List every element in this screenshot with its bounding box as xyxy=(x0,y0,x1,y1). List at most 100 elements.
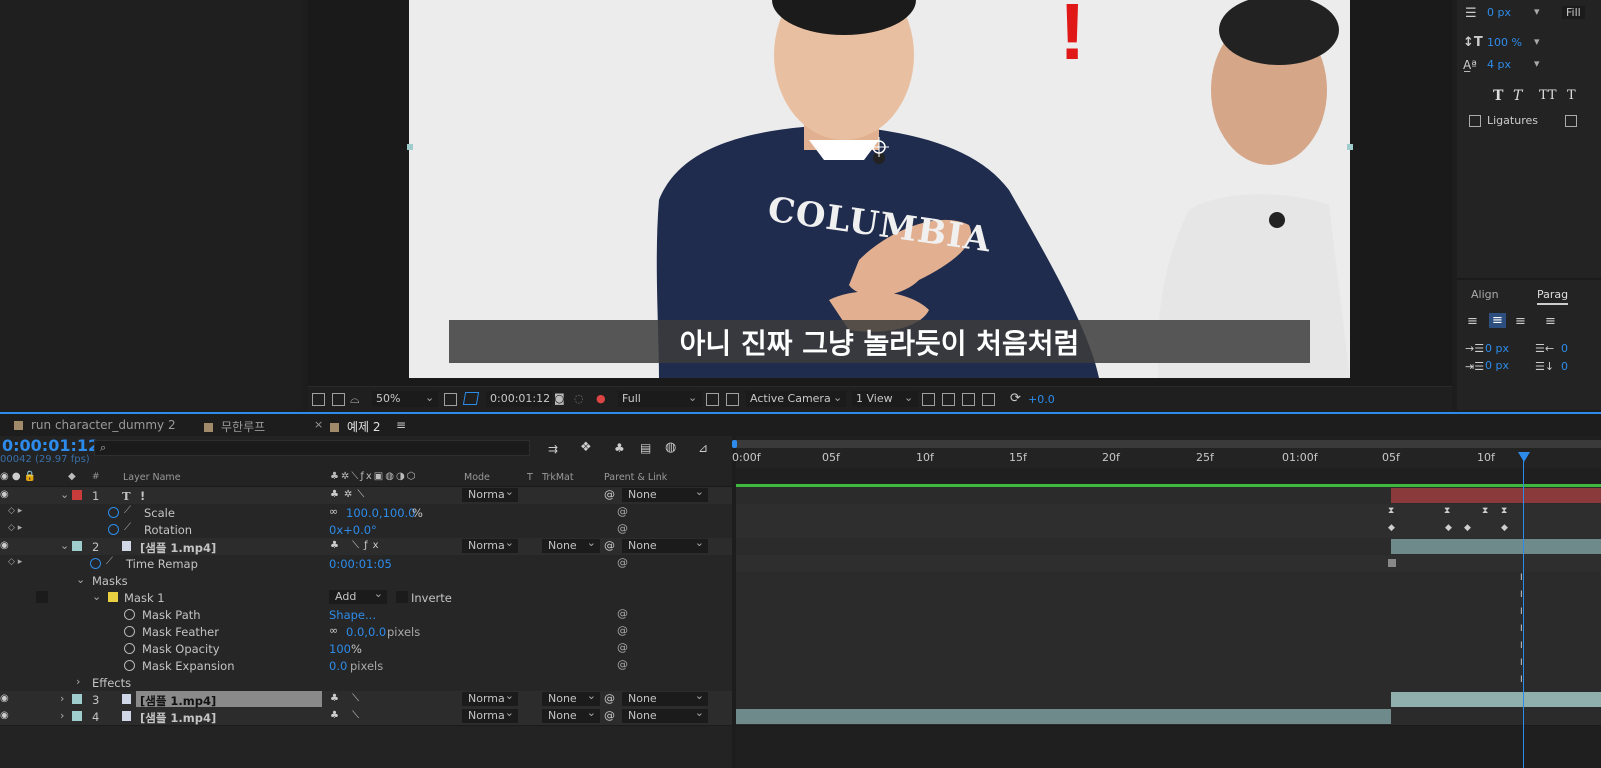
draft-3d-icon[interactable]: ❖ xyxy=(580,440,592,455)
layer-switches[interactable]: ♣ ⟍ xyxy=(330,693,364,704)
tab-paragraph[interactable]: Parag xyxy=(1537,288,1569,305)
align-center-icon[interactable]: ≡ xyxy=(1489,313,1506,328)
property-row-mask-path[interactable]: Mask Path Shape... @ xyxy=(0,606,732,624)
playhead-line[interactable] xyxy=(1523,452,1524,768)
twirl-down-icon[interactable]: ⌄ xyxy=(60,488,69,501)
ligatures-checkbox[interactable] xyxy=(1469,115,1481,127)
work-area-bar[interactable] xyxy=(736,440,1601,448)
stopwatch-icon[interactable] xyxy=(124,626,135,637)
faux-bold-button[interactable]: T xyxy=(1493,88,1503,104)
keyframe-nav-icon[interactable]: ◇ ▸ xyxy=(8,557,22,567)
layer-bar-teal[interactable] xyxy=(1391,692,1601,707)
layer-row-4[interactable]: ◉ › 4 [샘플 1.mp4] ♣ ⟍ Norma None @ None xyxy=(0,706,732,726)
expression-whip-icon[interactable]: @ xyxy=(617,624,628,637)
flowchart-icon[interactable] xyxy=(982,393,995,406)
track-layer-1[interactable] xyxy=(736,487,1601,505)
pick-whip-icon[interactable]: @ xyxy=(604,709,615,722)
mask-expansion-value[interactable]: 0.0 xyxy=(329,659,347,673)
tab-close-icon[interactable]: × xyxy=(314,418,323,431)
track-layer-4[interactable] xyxy=(736,708,1601,726)
keyframe-icon[interactable]: ⧗ xyxy=(1501,506,1507,516)
comp-flowchart-icon[interactable]: ⇉ xyxy=(548,442,558,456)
current-time-field[interactable]: 0:00:01:12 xyxy=(486,391,552,407)
property-row-scale[interactable]: ◇ ▸ ⟋ Scale ∞ 100.0,100.0 % @ xyxy=(0,504,732,522)
vertical-scale-value[interactable]: 100 % xyxy=(1487,36,1522,49)
transform-handle-left[interactable] xyxy=(407,144,413,150)
keyframe-icon[interactable]: ◆ xyxy=(1501,523,1508,533)
twirl-right-icon[interactable]: › xyxy=(76,675,80,688)
track-layer-3[interactable] xyxy=(736,691,1601,709)
reset-exposure-icon[interactable]: ⟳ xyxy=(1010,391,1021,406)
layer-name[interactable]: ! xyxy=(140,489,145,503)
effects-group-row[interactable]: › Effects xyxy=(0,674,732,692)
label-color-teal[interactable] xyxy=(72,694,82,704)
camera-select[interactable]: Active Camera xyxy=(746,391,846,407)
twirl-right-icon[interactable]: › xyxy=(60,692,64,705)
keyframe-icon[interactable]: ⧗ xyxy=(1482,506,1488,516)
layer-row-2[interactable]: ◉ ⌄ 2 [샘플 1.mp4] ♣ ⟍ƒx Norma None @ None xyxy=(0,536,732,556)
scale-value[interactable]: 100.0,100.0 xyxy=(346,506,416,520)
layer-switches[interactable]: ♣✲⟍ xyxy=(330,489,369,500)
layer-search-input[interactable] xyxy=(94,440,530,456)
graph-icon[interactable]: ⟋ xyxy=(124,522,131,533)
stopwatch-icon[interactable] xyxy=(124,609,135,620)
mask-1-row[interactable]: ⌄ Mask 1 Add Inverte xyxy=(0,587,732,607)
label-color-red[interactable] xyxy=(72,490,82,500)
expression-whip-icon[interactable]: @ xyxy=(617,556,628,569)
eye-icon[interactable]: ◉ xyxy=(0,540,9,551)
all-caps-button[interactable]: TT xyxy=(1539,88,1557,103)
toggle-pixel-icon[interactable] xyxy=(922,393,935,406)
tab-menu-icon[interactable]: ≡ xyxy=(396,418,406,432)
constrain-link-icon[interactable]: ∞ xyxy=(329,505,338,518)
stopwatch-icon[interactable] xyxy=(108,507,119,518)
twirl-right-icon[interactable]: › xyxy=(60,709,64,722)
parent-select[interactable]: None xyxy=(622,536,708,553)
layer-name[interactable]: [샘플 1.mp4] xyxy=(140,693,216,709)
playhead-handle[interactable] xyxy=(1518,452,1530,462)
label-color-teal[interactable] xyxy=(72,711,82,721)
layer-switches[interactable]: ♣ ⟍ xyxy=(330,710,364,721)
parent-select[interactable]: None xyxy=(622,689,708,706)
blend-mode-select[interactable]: Norma xyxy=(462,706,518,723)
transform-handle-right[interactable] xyxy=(1347,144,1353,150)
shy-layers-icon[interactable]: ♣ xyxy=(614,441,625,455)
color-channels-icon[interactable]: ● xyxy=(596,392,606,405)
timeline-icon[interactable] xyxy=(962,393,975,406)
pick-whip-icon[interactable]: @ xyxy=(604,539,615,552)
time-remap-value[interactable]: 0:00:01:05 xyxy=(329,557,392,571)
small-caps-button[interactable]: T xyxy=(1567,88,1576,103)
layer-bar-teal[interactable] xyxy=(736,709,1391,724)
keyframe-nav-icon[interactable]: ◇ ▸ xyxy=(8,523,22,533)
parent-select[interactable]: None xyxy=(622,485,708,502)
motion-blur-icon[interactable]: ◍ xyxy=(665,440,676,455)
label-color-teal[interactable] xyxy=(72,541,82,551)
graph-icon[interactable]: ⟋ xyxy=(106,556,113,567)
stroke-width-value[interactable]: 0 px xyxy=(1487,6,1511,19)
grid-icon[interactable] xyxy=(444,393,457,406)
expression-whip-icon[interactable]: @ xyxy=(617,607,628,620)
timeline-track-area[interactable]: 0:00f 05f 10f 15f 20f 25f 01:00f 05f 10f… xyxy=(732,436,1601,768)
mask-visibility-icon[interactable]: ⌓ xyxy=(350,392,360,407)
mask-feather-value[interactable]: 0.0,0.0 xyxy=(346,625,386,639)
expression-whip-icon[interactable]: @ xyxy=(617,505,628,518)
stopwatch-icon[interactable] xyxy=(108,524,119,535)
twirl-down-icon[interactable]: ⌄ xyxy=(60,539,69,552)
transparency-grid-icon[interactable] xyxy=(726,393,739,406)
indent-right-value[interactable]: 0 xyxy=(1561,342,1568,355)
track-matte-select[interactable]: None xyxy=(542,706,600,723)
time-ruler[interactable] xyxy=(736,448,1601,468)
property-row-mask-opacity[interactable]: Mask Opacity 100 % @ xyxy=(0,640,732,658)
keyframe-nav-icon[interactable]: ◇ ▸ xyxy=(8,506,22,516)
roi-icon[interactable] xyxy=(706,393,719,406)
space-after-value[interactable]: 0 xyxy=(1561,360,1568,373)
stopwatch-icon[interactable] xyxy=(90,558,101,569)
graph-editor-icon[interactable]: ⊿ xyxy=(698,441,708,455)
layer-switches[interactable]: ♣ ⟍ƒx xyxy=(330,540,384,551)
keyframe-icon[interactable]: ◆ xyxy=(1464,523,1471,533)
pick-whip-icon[interactable]: @ xyxy=(604,692,615,705)
keyframe-icon[interactable]: ◆ xyxy=(1445,523,1452,533)
layer-bar-red[interactable] xyxy=(1391,488,1601,503)
keyframe-icon[interactable] xyxy=(1388,559,1396,567)
track-layer-2[interactable] xyxy=(736,538,1601,556)
layer-name[interactable]: [샘플 1.mp4] xyxy=(140,710,216,726)
